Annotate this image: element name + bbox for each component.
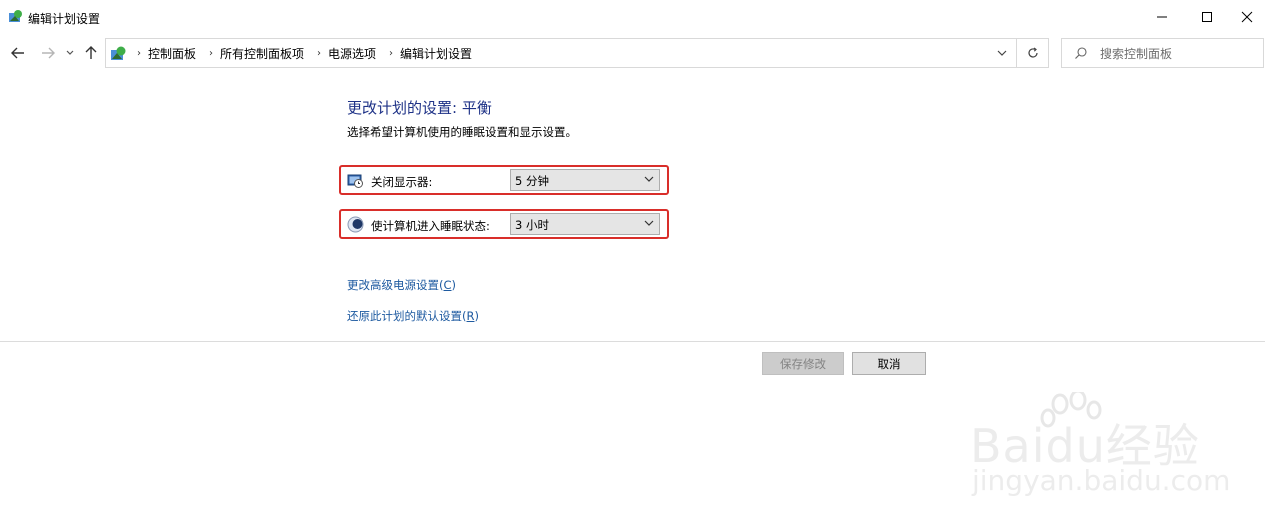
breadcrumb-separator-icon: › bbox=[389, 47, 394, 59]
recent-locations-button[interactable] bbox=[63, 36, 77, 70]
up-button[interactable] bbox=[80, 36, 102, 70]
breadcrumb-item-control-panel[interactable]: 控制面板 bbox=[148, 45, 196, 62]
link-text: 还原此计划的默认设置( bbox=[347, 309, 467, 323]
page-subtitle: 选择希望计算机使用的睡眠设置和显示设置。 bbox=[347, 125, 577, 139]
restore-defaults-link[interactable]: 还原此计划的默认设置(R) bbox=[347, 308, 479, 324]
chevron-down-icon bbox=[66, 50, 74, 55]
breadcrumb: › 控制面板 › 所有控制面板项 › 电源选项 › 编辑计划设置 bbox=[130, 39, 478, 67]
moon-sleep-icon bbox=[347, 216, 364, 233]
minimize-button[interactable] bbox=[1139, 0, 1184, 34]
access-key: R bbox=[466, 309, 475, 323]
breadcrumb-separator-icon: › bbox=[209, 47, 214, 59]
page-title: 更改计划的设置: 平衡 bbox=[347, 99, 492, 117]
chevron-down-icon bbox=[997, 50, 1007, 56]
window-title: 编辑计划设置 bbox=[28, 12, 101, 26]
link-text: 更改高级电源设置( bbox=[347, 278, 444, 292]
breadcrumb-separator-icon: › bbox=[317, 47, 322, 59]
access-key: C bbox=[443, 278, 452, 292]
sleep-setting: 使计算机进入睡眠状态: 3 小时 bbox=[339, 209, 669, 239]
save-changes-button[interactable]: 保存修改 bbox=[762, 352, 844, 375]
display-off-setting: 关闭显示器: 5 分钟 bbox=[339, 165, 669, 195]
search-input[interactable] bbox=[1098, 43, 1262, 65]
close-icon bbox=[1241, 11, 1253, 23]
cancel-button[interactable]: 取消 bbox=[852, 352, 926, 375]
display-off-value: 5 分钟 bbox=[515, 174, 549, 188]
sleep-label: 使计算机进入睡眠状态: bbox=[371, 219, 490, 233]
title-bar: 编辑计划设置 bbox=[0, 0, 1265, 34]
minimize-icon bbox=[1156, 16, 1167, 18]
control-panel-icon bbox=[9, 10, 22, 22]
watermark-url: jingyan.baidu.com bbox=[972, 464, 1231, 497]
back-arrow-icon bbox=[11, 47, 24, 59]
address-dropdown-button[interactable] bbox=[990, 39, 1014, 67]
search-box[interactable] bbox=[1061, 38, 1264, 68]
display-off-label: 关闭显示器: bbox=[371, 175, 433, 189]
baidu-watermark: Baidu经验 jingyan.baidu.com bbox=[970, 392, 1230, 502]
chevron-down-icon bbox=[644, 176, 654, 182]
maximize-button[interactable] bbox=[1184, 0, 1229, 34]
search-icon bbox=[1075, 47, 1087, 59]
forward-button[interactable] bbox=[36, 36, 60, 70]
breadcrumb-item-all-items[interactable]: 所有控制面板项 bbox=[220, 45, 304, 62]
chevron-down-icon bbox=[644, 220, 654, 226]
divider bbox=[0, 341, 1265, 342]
sleep-select[interactable]: 3 小时 bbox=[510, 213, 660, 235]
link-text-close: ) bbox=[451, 278, 457, 292]
control-panel-icon bbox=[111, 46, 126, 60]
forward-arrow-icon bbox=[42, 47, 55, 59]
monitor-clock-icon bbox=[347, 174, 363, 188]
display-off-select[interactable]: 5 分钟 bbox=[510, 169, 660, 191]
breadcrumb-item-power-options[interactable]: 电源选项 bbox=[328, 45, 376, 62]
refresh-button[interactable] bbox=[1017, 38, 1049, 68]
address-bar[interactable]: › 控制面板 › 所有控制面板项 › 电源选项 › 编辑计划设置 bbox=[105, 38, 1017, 68]
breadcrumb-item-edit-plan[interactable]: 编辑计划设置 bbox=[400, 45, 472, 62]
refresh-icon bbox=[1027, 47, 1038, 58]
close-button[interactable] bbox=[1229, 0, 1265, 34]
sleep-value: 3 小时 bbox=[515, 218, 549, 232]
advanced-power-settings-link[interactable]: 更改高级电源设置(C) bbox=[347, 277, 456, 293]
navigation-bar: › 控制面板 › 所有控制面板项 › 电源选项 › 编辑计划设置 bbox=[0, 36, 1265, 70]
maximize-icon bbox=[1201, 12, 1212, 22]
link-text-close: ) bbox=[474, 309, 480, 323]
back-button[interactable] bbox=[6, 36, 30, 70]
breadcrumb-separator-icon: › bbox=[137, 47, 141, 59]
up-arrow-icon bbox=[85, 46, 97, 59]
